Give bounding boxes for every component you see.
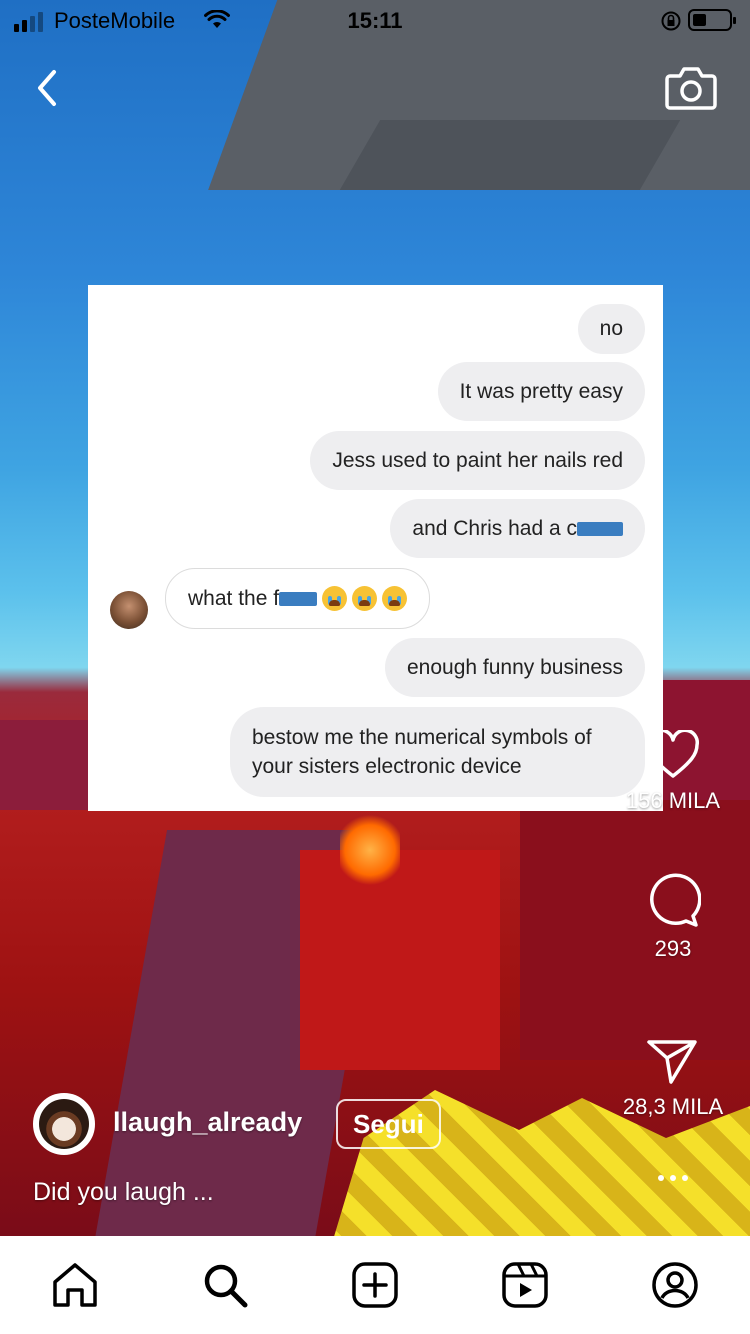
follow-button[interactable]: Segui xyxy=(336,1099,441,1149)
message-bubble: Jess used to paint her nails red xyxy=(310,431,645,490)
censor-bar xyxy=(279,591,318,606)
video-scene-fence xyxy=(0,720,90,810)
message-bubble: and Chris had a c xyxy=(390,499,645,558)
comment-count: 293 xyxy=(654,936,692,961)
author-avatar[interactable] xyxy=(33,1093,95,1155)
video-scene-block xyxy=(300,850,500,1070)
message-text: Jess used to paint her nails red xyxy=(332,448,623,472)
search-icon[interactable] xyxy=(200,1260,250,1310)
rotation-lock-icon xyxy=(661,11,681,31)
send-icon xyxy=(647,1040,697,1084)
battery-icon xyxy=(688,9,736,31)
message-text: It was pretty easy xyxy=(459,379,623,403)
back-chevron-icon[interactable] xyxy=(26,66,70,110)
share-count: 28,3 MILA xyxy=(622,1094,724,1119)
chat-screenshot: no It was pretty easy Jess used to paint… xyxy=(88,285,663,811)
status-bar: PosteMobile 15:11 xyxy=(0,0,750,40)
video-scene-ceiling-edge xyxy=(339,120,681,190)
create-icon[interactable] xyxy=(350,1260,400,1310)
crying-face-icon xyxy=(382,586,408,611)
message-bubble: It was pretty easy xyxy=(437,362,645,421)
home-icon[interactable] xyxy=(50,1260,100,1310)
comment-button[interactable]: 293 xyxy=(618,872,728,962)
censor-bar xyxy=(577,521,623,536)
reels-icon[interactable] xyxy=(500,1260,550,1310)
bottom-nav xyxy=(0,1236,750,1334)
more-options-icon[interactable] xyxy=(646,1170,700,1186)
message-text: and Chris had a c xyxy=(412,516,577,540)
share-button[interactable]: 28,3 MILA xyxy=(618,1036,728,1120)
message-text: no xyxy=(599,317,623,340)
message-text: enough funny business xyxy=(407,655,623,679)
clock: 15:11 xyxy=(347,8,403,33)
message-text: bestow me the numerical symbols of your … xyxy=(252,726,592,778)
profile-icon[interactable] xyxy=(650,1260,700,1310)
message-text: what the f xyxy=(188,586,280,610)
like-button[interactable]: 156 MILA xyxy=(618,730,728,814)
crying-face-icon xyxy=(352,586,378,611)
like-count: 156 MILA xyxy=(625,788,721,813)
crying-face-icon xyxy=(322,586,348,611)
camera-icon[interactable] xyxy=(664,62,718,112)
message-bubble: enough funny business xyxy=(385,638,645,697)
message-bubble: no xyxy=(577,304,645,354)
video-scene-fire xyxy=(340,810,400,890)
message-bubble: bestow me the numerical symbols of your … xyxy=(230,707,645,797)
heart-icon xyxy=(647,730,699,778)
sender-avatar xyxy=(110,591,148,629)
reel-caption[interactable]: Did you laugh ... xyxy=(33,1178,214,1207)
author-username[interactable]: llaugh_already xyxy=(113,1107,302,1138)
message-bubble-incoming: what the f xyxy=(165,568,431,629)
comment-icon xyxy=(650,873,701,927)
